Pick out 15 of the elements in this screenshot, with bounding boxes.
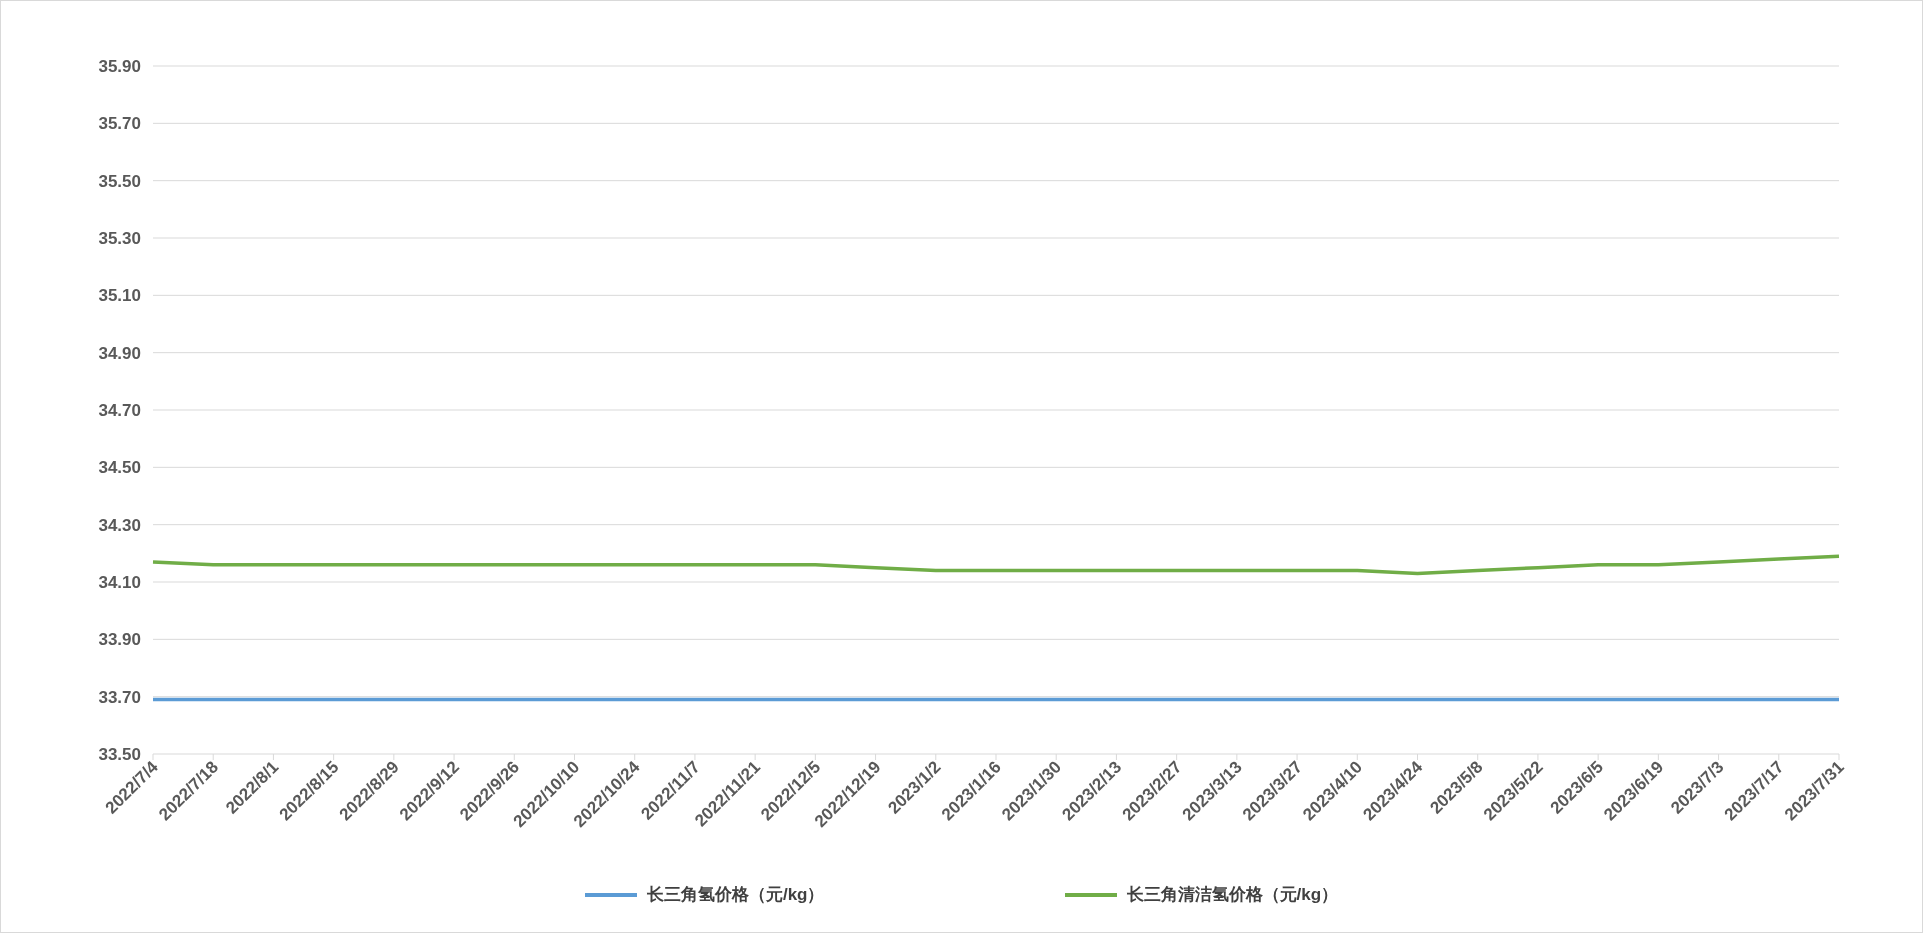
y-tick-label: 33.50 bbox=[98, 745, 141, 764]
legend-label: 长三角清洁氢价格（元/kg） bbox=[1126, 884, 1339, 906]
y-tick-label: 35.90 bbox=[98, 57, 141, 76]
y-tick-label: 33.90 bbox=[98, 630, 141, 650]
y-tick-label: 33.70 bbox=[98, 687, 141, 707]
y-tick-label: 34.90 bbox=[98, 343, 141, 363]
y-tick-label: 34.10 bbox=[98, 573, 141, 592]
y-tick-label: 35.30 bbox=[98, 229, 141, 248]
y-tick-label: 34.30 bbox=[98, 515, 141, 535]
y-tick-label: 34.70 bbox=[98, 401, 141, 420]
legend-label: 长三角氢价格（元/kg） bbox=[646, 884, 825, 906]
y-tick-label: 34.50 bbox=[98, 458, 141, 478]
y-tick-label: 35.70 bbox=[98, 114, 141, 134]
y-tick-label: 35.50 bbox=[98, 171, 141, 191]
y-tick-label: 35.10 bbox=[98, 286, 141, 306]
